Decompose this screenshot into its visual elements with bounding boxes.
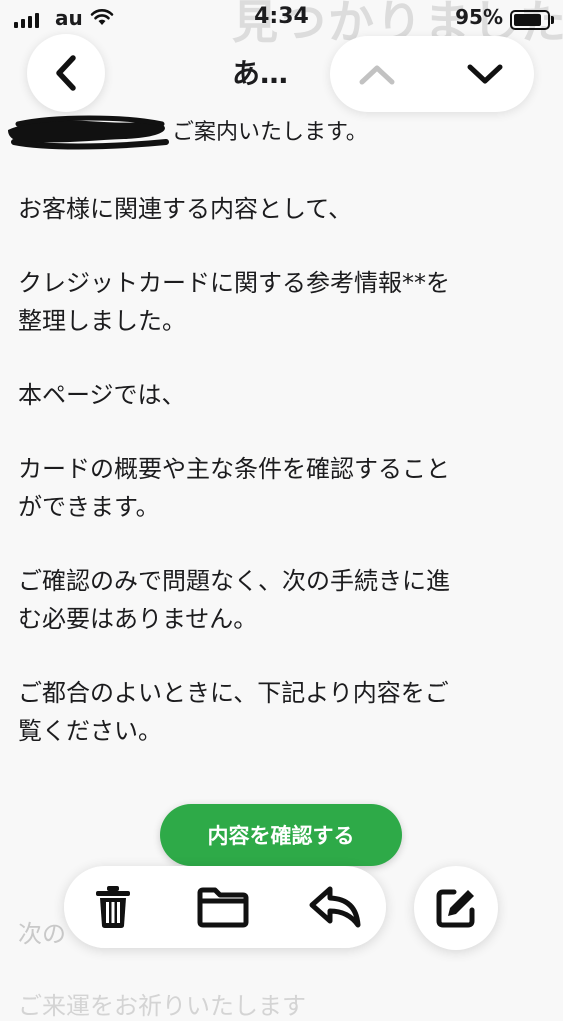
delete-button[interactable] <box>84 878 142 936</box>
message-navigation <box>330 36 534 112</box>
body-paragraph: 本ページでは、 <box>18 381 186 409</box>
faded-body-text: 次の <box>18 920 66 948</box>
reply-icon <box>309 886 361 928</box>
back-button[interactable] <box>27 34 105 112</box>
greeting-line: ご案内いたします。 <box>172 120 368 145</box>
faded-body-text: ご来運をお祈りいたします <box>18 992 306 1020</box>
body-paragraph: ご都合のよいときに、下記より内容をご 覧ください。 <box>18 679 449 745</box>
chevron-left-icon <box>56 55 76 91</box>
folder-icon <box>197 887 249 928</box>
battery-fill <box>514 14 541 26</box>
email-body: お客様に関連する内容として、 クレジットカードに関する参考情報**を 整理しまし… <box>18 190 548 786</box>
next-message-button[interactable] <box>460 50 510 98</box>
body-paragraph: クレジットカードに関する参考情報**を 整理しました。 <box>18 269 450 335</box>
body-paragraph: お客様に関連する内容として、 <box>18 195 353 223</box>
move-folder-button[interactable] <box>194 878 252 936</box>
battery-percent: 95% <box>455 5 503 29</box>
status-bar: au 4:34 95% <box>0 0 563 38</box>
compose-button[interactable] <box>414 866 498 950</box>
body-paragraph: カードの概要や主な条件を確認すること ができます。 <box>18 455 450 521</box>
chevron-down-icon <box>467 64 503 84</box>
email-title: あ… <box>232 57 289 90</box>
previous-message-button[interactable] <box>352 50 402 98</box>
chevron-up-icon <box>359 65 395 85</box>
compose-icon <box>436 889 475 928</box>
reply-button[interactable] <box>306 878 364 936</box>
redacted-sender <box>4 112 172 152</box>
battery-icon <box>510 10 554 30</box>
trash-icon <box>96 886 130 928</box>
view-content-button[interactable]: 内容を確認する <box>160 804 402 866</box>
body-paragraph: ご確認のみで問題なく、次の手続きに進 む必要はありません。 <box>18 567 450 633</box>
mail-toolbar <box>64 866 386 948</box>
